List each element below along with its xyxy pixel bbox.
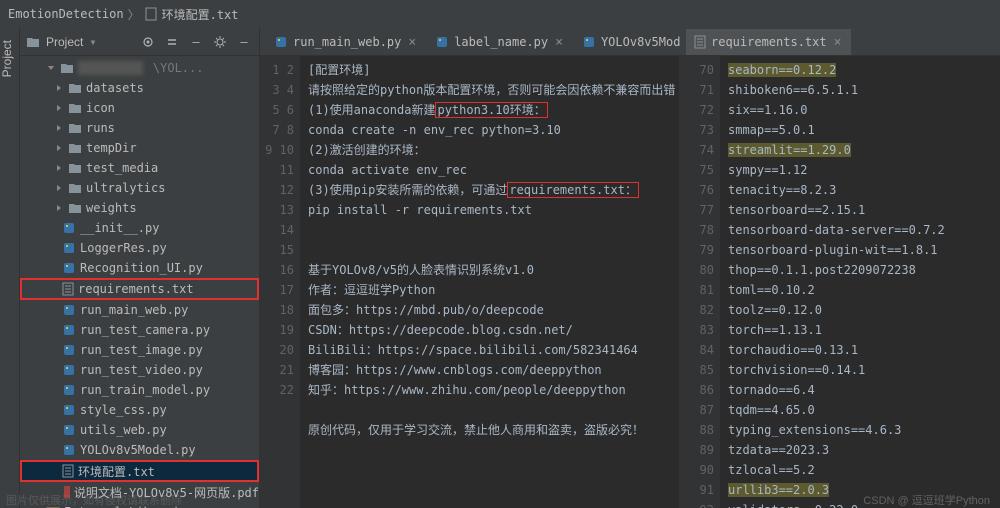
file-run_test_video.py[interactable]: run_test_video.py	[20, 360, 259, 380]
code-content[interactable]: [配置环境] 请按照给定的python版本配置环境，否则可能会因依赖不兼容而出错…	[300, 56, 679, 508]
file-YOLOv8v5Model.py[interactable]: YOLOv8v5Model.py	[20, 440, 259, 460]
folder-datasets[interactable]: datasets	[20, 78, 259, 98]
project-tab-label[interactable]: Project	[0, 40, 14, 77]
folder-runs[interactable]: runs	[20, 118, 259, 138]
csdn-attribution: CSDN @ 逗逗班学Python	[863, 492, 990, 508]
tab-label_name.py[interactable]: label_name.py×	[427, 29, 573, 55]
code-content[interactable]: seaborn==0.12.2 shiboken6==6.5.1.1 six==…	[720, 56, 1000, 508]
file-run_test_image.py[interactable]: run_test_image.py	[20, 340, 259, 360]
folder-ultralytics[interactable]: ultralytics	[20, 178, 259, 198]
select-opened-file-icon[interactable]	[139, 33, 157, 51]
project-root[interactable]: xxxx\YOL...	[20, 58, 259, 78]
watermark-text: 图片仅供展示，如有侵权请联系删除	[6, 492, 182, 508]
panel-title: Project	[46, 35, 83, 49]
file-style_css.py[interactable]: style_css.py	[20, 400, 259, 420]
file-utils_web.py[interactable]: utils_web.py	[20, 420, 259, 440]
collapse-all-icon[interactable]: —	[187, 33, 205, 51]
editor-right: requirements.txt× 70 71 72 73 74 75 76 7…	[680, 28, 1000, 508]
folder-test_media[interactable]: test_media	[20, 158, 259, 178]
tab-run_main_web.py[interactable]: run_main_web.py×	[266, 29, 426, 55]
close-icon[interactable]: ×	[834, 35, 842, 50]
folder-tempDir[interactable]: tempDir	[20, 138, 259, 158]
tool-window-stripe[interactable]: Project	[0, 28, 20, 508]
project-panel: Project ▾ — — xxxx\YOL...datasetsiconrun…	[20, 28, 260, 508]
line-numbers: 70 71 72 73 74 75 76 77 78 79 80 81 82 8…	[680, 56, 720, 508]
file-requirements.txt[interactable]: requirements.txt	[20, 278, 259, 300]
chevron-right-icon: 〉	[128, 6, 140, 23]
close-icon[interactable]: ×	[555, 35, 563, 50]
hide-icon[interactable]: —	[235, 33, 253, 51]
file-__init__.py[interactable]: __init__.py	[20, 218, 259, 238]
file-环境配置.txt[interactable]: 环境配置.txt	[20, 460, 259, 482]
editor-tabs-left: run_main_web.py×label_name.py×YOLOv8v5Mo…	[260, 28, 679, 56]
editor-tabs-right: requirements.txt×	[680, 28, 1000, 56]
gear-icon[interactable]	[211, 33, 229, 51]
line-numbers: 1 2 3 4 5 6 7 8 9 10 11 12 13 14 15 16 1…	[260, 56, 300, 508]
chevron-down-icon[interactable]: ▾	[89, 35, 96, 49]
folder-weights[interactable]: weights	[20, 198, 259, 218]
breadcrumb-file[interactable]: 环境配置.txt	[162, 6, 239, 23]
file-icon	[144, 7, 158, 21]
folder-icon[interactable]: icon	[20, 98, 259, 118]
file-run_train_model.py[interactable]: run_train_model.py	[20, 380, 259, 400]
project-tree: xxxx\YOL...datasetsiconrunstempDirtest_m…	[20, 56, 259, 508]
file-run_test_camera.py[interactable]: run_test_camera.py	[20, 320, 259, 340]
file-Recognition_UI.py[interactable]: Recognition_UI.py	[20, 258, 259, 278]
expand-all-icon[interactable]	[163, 33, 181, 51]
file-LoggerRes.py[interactable]: LoggerRes.py	[20, 238, 259, 258]
tab-requirements.txt[interactable]: requirements.txt×	[686, 29, 851, 55]
close-icon[interactable]: ×	[408, 35, 416, 50]
file-run_main_web.py[interactable]: run_main_web.py	[20, 300, 259, 320]
editor-left: run_main_web.py×label_name.py×YOLOv8v5Mo…	[260, 28, 680, 508]
breadcrumb-project[interactable]: EmotionDetection	[8, 7, 124, 21]
breadcrumb: EmotionDetection 〉 环境配置.txt	[0, 0, 1000, 28]
folder-icon	[26, 36, 40, 48]
